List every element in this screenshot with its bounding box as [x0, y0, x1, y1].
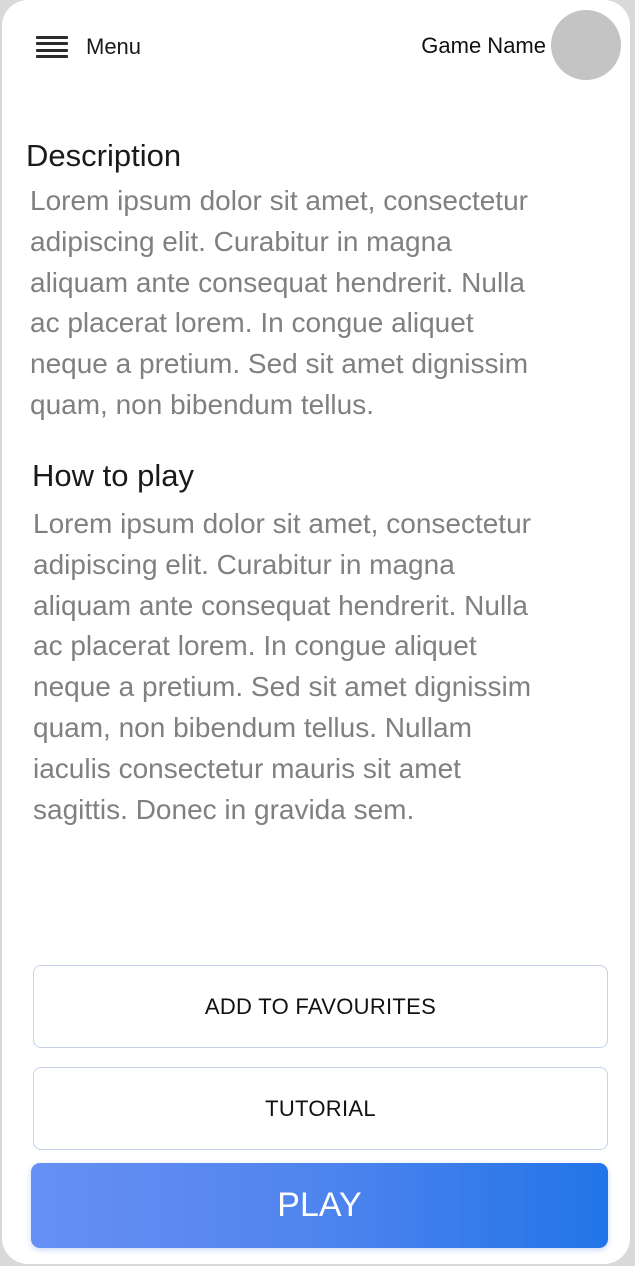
- how-to-play-line: sagittis. Donec in gravida sem.: [33, 793, 415, 825]
- how-to-play-body: Lorem ipsum dolor sit amet, consectetur …: [33, 504, 623, 830]
- menu-label: Menu: [86, 34, 142, 59]
- description-body: Lorem ipsum dolor sit amet, consectetur …: [30, 181, 620, 426]
- game-name: Game Name: [421, 33, 546, 58]
- header: Menu Game Name: [2, 0, 630, 95]
- description-line: Lorem ipsum dolor sit amet, consectetur: [30, 185, 528, 216]
- description-line: neque a pretium. Sed sit amet dignissim: [30, 348, 529, 380]
- how-to-play-title: How to play: [32, 458, 194, 493]
- description-title: Description: [26, 138, 182, 173]
- description-line: quam, non bibendum tellus.: [30, 388, 374, 420]
- how-to-play-line: aliquam ante consequat hendrerit. Nulla: [33, 589, 528, 621]
- description-line: adipiscing elit. Curabitur in magna: [30, 225, 452, 257]
- description-line: aliquam ante consequat hendrerit. Nulla: [30, 266, 525, 298]
- game-detail-screen: Menu Game Name Description Lorem ipsum d…: [2, 0, 630, 1264]
- hamburger-icon: [36, 36, 68, 58]
- menu-button[interactable]: Menu: [36, 30, 141, 64]
- tutorial-button[interactable]: TUTORIAL: [33, 1067, 608, 1150]
- how-to-play-line: neque a pretium. Sed sit amet dignissim: [33, 671, 532, 703]
- play-button[interactable]: PLAY: [31, 1163, 608, 1248]
- add-to-favourites-button[interactable]: ADD TO FAVOURITES: [33, 965, 608, 1048]
- how-to-play-line: Lorem ipsum dolor sit amet, consectetur: [33, 508, 531, 539]
- how-to-play-line: iaculis consectetur mauris sit amet: [33, 752, 461, 784]
- description-line: ac placerat lorem. In congue aliquet: [30, 307, 474, 339]
- how-to-play-line: quam, non bibendum tellus. Nullam: [33, 711, 472, 743]
- how-to-play-line: ac placerat lorem. In congue aliquet: [33, 630, 477, 662]
- avatar[interactable]: [551, 10, 621, 80]
- how-to-play-line: adipiscing elit. Curabitur in magna: [33, 548, 455, 580]
